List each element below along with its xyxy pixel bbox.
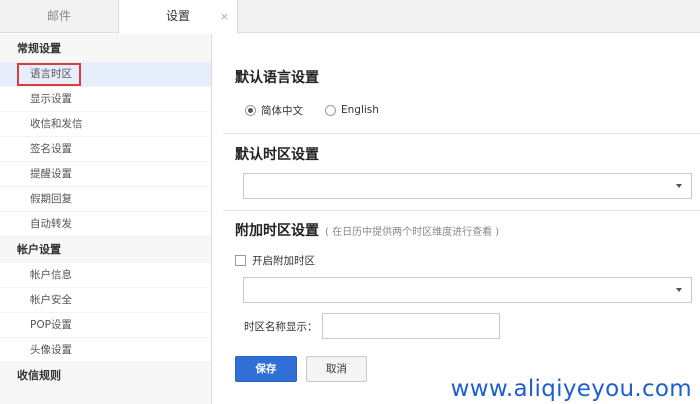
chevron-down-icon xyxy=(676,288,682,292)
timezone-name-input[interactable] xyxy=(321,313,500,339)
cancel-button[interactable]: 取消 xyxy=(306,356,367,382)
sidebar-item-language-timezone[interactable]: 语言时区 xyxy=(0,62,211,87)
enable-extra-timezone-checkbox[interactable] xyxy=(235,255,246,266)
sidebar-item-account-security[interactable]: 帐户安全 xyxy=(0,288,211,313)
settings-main: 默认语言设置 简体中文 English 默认时区设置 附加时区设置 ( 在日历中提… xyxy=(213,34,700,404)
sidebar-item-signature[interactable]: 签名设置 xyxy=(0,137,211,162)
chevron-down-icon xyxy=(676,184,682,188)
tab-bar: 邮件 设置 × xyxy=(0,0,700,34)
tab-mail[interactable]: 邮件 xyxy=(0,0,118,33)
radio-english[interactable] xyxy=(325,104,336,116)
sidebar-group-account: 帐户设置 xyxy=(17,243,61,256)
timezone-name-row: 时区名称显示： xyxy=(244,313,500,339)
sidebar-item-reminder[interactable]: 提醒设置 xyxy=(0,162,211,187)
settings-sidebar: 常规设置 语言时区 显示设置 收信和发信 签名设置 提醒设置 假期回复 自动转发… xyxy=(0,34,212,404)
enable-extra-timezone-row: 开启附加时区 xyxy=(235,253,315,268)
tab-settings[interactable]: 设置 × xyxy=(118,0,238,34)
radio-simplified-chinese[interactable] xyxy=(245,104,256,116)
language-section-title: 默认语言设置 xyxy=(235,70,319,86)
sidebar-item-send-receive[interactable]: 收信和发信 xyxy=(0,112,211,137)
timezone-section-title: 默认时区设置 xyxy=(235,147,319,163)
extra-timezone-title-text: 附加时区设置 xyxy=(235,223,319,239)
extra-timezone-hint: ( 在日历中提供两个时区维度进行查看 ) xyxy=(325,227,500,238)
highlight-box xyxy=(17,63,81,86)
radio-label-english[interactable]: English xyxy=(341,104,379,116)
language-options: 简体中文 English xyxy=(245,102,379,118)
sidebar-group-general: 常规设置 xyxy=(17,42,61,55)
sidebar-item-auto-forward[interactable]: 自动转发 xyxy=(0,212,211,237)
sidebar-group-rules[interactable]: 收信规则 xyxy=(0,363,211,389)
watermark: www.aliqiyeyou.com xyxy=(450,376,692,402)
sidebar-item-account-info[interactable]: 帐户信息 xyxy=(0,263,211,288)
section-divider xyxy=(223,133,700,134)
sidebar-item-vacation-reply[interactable]: 假期回复 xyxy=(0,187,211,212)
section-divider xyxy=(223,210,700,211)
sidebar-item-pop[interactable]: POP设置 xyxy=(0,313,211,338)
close-icon[interactable]: × xyxy=(220,0,229,33)
sidebar-item-display[interactable]: 显示设置 xyxy=(0,87,211,112)
tab-settings-label: 设置 xyxy=(165,9,190,23)
extra-timezone-select[interactable] xyxy=(243,277,692,303)
radio-label-simplified-chinese[interactable]: 简体中文 xyxy=(261,103,303,118)
timezone-name-label: 时区名称显示： xyxy=(244,320,318,333)
save-button[interactable]: 保存 xyxy=(235,356,297,382)
sidebar-item-avatar[interactable]: 头像设置 xyxy=(0,338,211,363)
enable-extra-timezone-label[interactable]: 开启附加时区 xyxy=(252,253,315,268)
timezone-select[interactable] xyxy=(243,173,692,199)
extra-timezone-section-title: 附加时区设置 ( 在日历中提供两个时区维度进行查看 ) xyxy=(235,220,499,240)
